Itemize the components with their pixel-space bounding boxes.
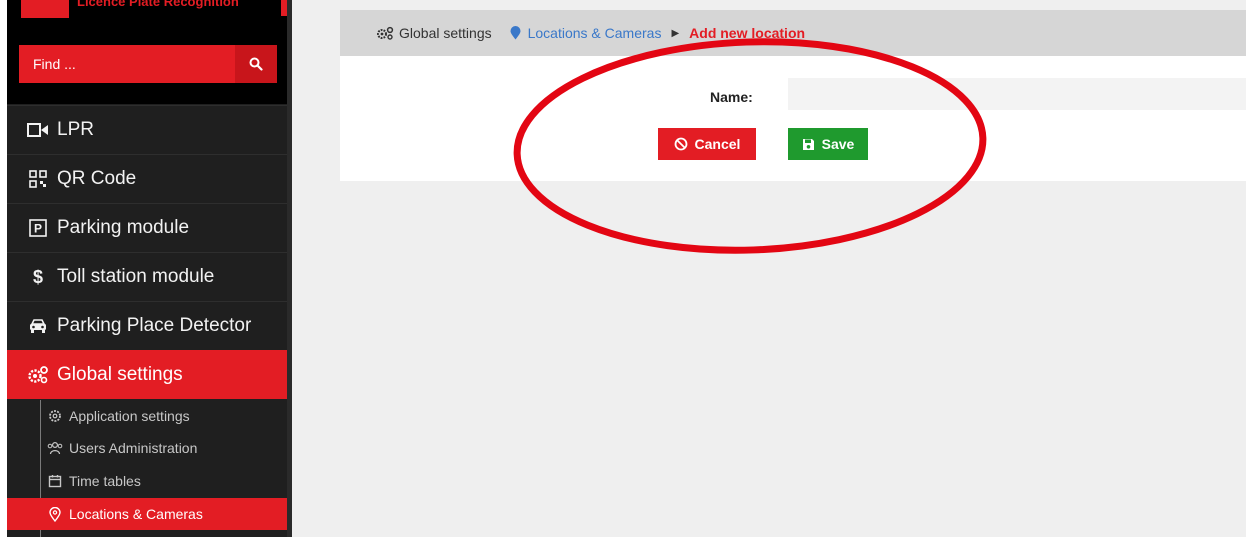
nav-item-label: Toll station module (57, 266, 215, 287)
svg-text:$: $ (33, 267, 43, 287)
brand-text: Licence Plate Recognition (77, 0, 239, 9)
nav-item-label: QR Code (57, 168, 137, 189)
nav-item-label: LPR (57, 119, 94, 140)
parking-icon: P (27, 217, 49, 239)
save-label: Save (821, 136, 855, 152)
ban-icon (674, 137, 688, 151)
location-pin-icon (47, 506, 63, 522)
brand-logo (21, 0, 69, 18)
nav-item-label: Parking module (57, 217, 190, 238)
location-form: Name: Cancel Save (340, 56, 1246, 181)
users-icon (47, 440, 63, 456)
gears-icon (377, 26, 394, 40)
car-icon (27, 315, 49, 337)
breadcrumb-current: Add new location (689, 25, 806, 41)
nav-item-global-settings[interactable]: Global settings (7, 350, 287, 399)
sub-item-label: Locations & Cameras (69, 506, 203, 522)
nav-item-label: Parking Place Detector (57, 315, 252, 336)
floppy-disk-icon (802, 138, 815, 151)
dollar-icon: $ (27, 266, 49, 288)
sub-item-label: Application settings (69, 408, 190, 424)
breadcrumb: Global settings Locations & Cameras ▶ Ad… (340, 10, 1246, 56)
breadcrumb-global-label: Global settings (399, 25, 492, 41)
sub-item-application-settings[interactable]: Application settings (7, 400, 287, 432)
qr-code-icon (27, 168, 49, 190)
video-camera-icon (27, 119, 49, 141)
brand-header: Licence Plate Recognition (7, 0, 287, 40)
sub-item-locations-cameras[interactable]: Locations & Cameras (7, 498, 287, 530)
cancel-label: Cancel (694, 136, 741, 152)
cancel-button[interactable]: Cancel (658, 128, 756, 160)
nav-item-toll-station[interactable]: $ Toll station module (7, 252, 287, 301)
location-pin-icon (510, 26, 521, 40)
caret-right-icon: ▶ (671, 27, 680, 39)
sidebar: Licence Plate Recognition Find ... LPR Q… (7, 0, 287, 537)
save-button[interactable]: Save (788, 128, 868, 160)
search-input[interactable]: Find ... (19, 45, 235, 83)
breadcrumb-locations-label: Locations & Cameras (527, 25, 662, 41)
gear-icon (47, 408, 63, 424)
nav-item-label: Global settings (57, 363, 183, 385)
name-input[interactable] (788, 78, 1246, 110)
main-content: Global settings Locations & Cameras ▶ Ad… (292, 0, 1246, 537)
breadcrumb-global-settings[interactable]: Global settings (376, 25, 492, 41)
nav-item-qr-code[interactable]: QR Code (7, 154, 287, 203)
nav-item-parking-place-detector[interactable]: Parking Place Detector (7, 301, 287, 350)
svg-text:P: P (34, 222, 42, 236)
name-label: Name: (710, 89, 753, 105)
gears-icon (27, 364, 49, 386)
calendar-icon (47, 473, 63, 489)
search-area: Find ... (7, 40, 287, 104)
nav-item-lpr[interactable]: LPR (7, 105, 287, 154)
search-icon (249, 57, 263, 71)
nav-item-parking-module[interactable]: P Parking module (7, 203, 287, 252)
sub-item-label: Users Administration (69, 440, 198, 456)
sub-item-time-tables[interactable]: Time tables (7, 465, 287, 497)
breadcrumb-locations-cameras[interactable]: Locations & Cameras (510, 25, 662, 41)
sub-item-label: Time tables (69, 473, 141, 489)
search-button[interactable] (235, 45, 277, 83)
sub-item-users-administration[interactable]: Users Administration (7, 432, 287, 464)
